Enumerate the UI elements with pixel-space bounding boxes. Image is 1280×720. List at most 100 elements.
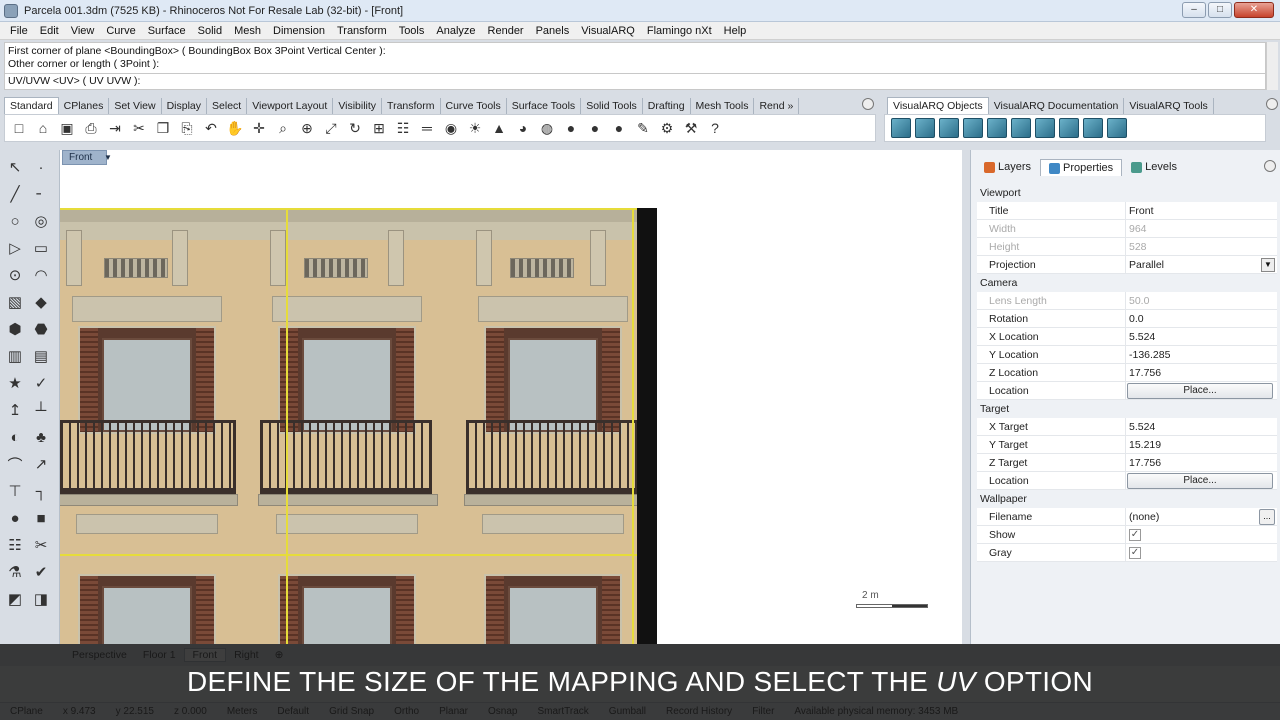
menu-edit[interactable]: Edit	[34, 25, 65, 37]
left-tool-14-icon[interactable]: ⬣	[30, 318, 52, 340]
options-gear-icon[interactable]: ⚙	[657, 118, 677, 138]
render-icon[interactable]: ◕	[513, 118, 533, 138]
print-icon[interactable]: ⎙	[81, 118, 101, 138]
place-button[interactable]: Place...	[1127, 473, 1273, 489]
left-tool-8-icon[interactable]: ▭	[30, 237, 52, 259]
left-tool-32-icon[interactable]: ✔	[30, 561, 52, 583]
prop-value[interactable]: 0.0	[1129, 313, 1144, 325]
visualarq-stair-icon[interactable]	[1107, 118, 1127, 138]
panel-tab-levels[interactable]: Levels	[1122, 158, 1186, 176]
move-icon[interactable]: ✛	[249, 118, 269, 138]
visualarq-curtain-wall-icon[interactable]	[915, 118, 935, 138]
prop-value[interactable]: 15.219	[1129, 439, 1161, 451]
left-tool-11-icon[interactable]: ▧	[4, 291, 26, 313]
cut-icon[interactable]: ✂	[129, 118, 149, 138]
tab-solid-tools[interactable]: Solid Tools	[581, 98, 643, 114]
material-icon[interactable]: ▲	[489, 118, 509, 138]
left-tool-3-icon[interactable]: ╱	[4, 183, 26, 205]
cplane-icon[interactable]: ═	[417, 118, 437, 138]
zoom-extents-icon[interactable]: ⤢	[321, 118, 341, 138]
left-tool-19-icon[interactable]: ↥	[4, 399, 26, 421]
left-tool-10-icon[interactable]: ◠	[30, 264, 52, 286]
menu-view[interactable]: View	[65, 25, 101, 37]
help-icon[interactable]: ?	[705, 118, 725, 138]
menu-analyze[interactable]: Analyze	[430, 25, 481, 37]
visualarq-column-icon[interactable]	[963, 118, 983, 138]
panel-tab-layers[interactable]: Layers	[975, 158, 1040, 176]
sphere-render-icon[interactable]: ●	[585, 118, 605, 138]
left-tool-15-icon[interactable]: ▥	[4, 345, 26, 367]
tab-transform[interactable]: Transform	[382, 98, 441, 114]
left-tool-21-icon[interactable]: ◐	[4, 426, 26, 448]
left-tool-4-icon[interactable]: ╴	[30, 183, 52, 205]
visualarq-options-icon[interactable]	[1266, 98, 1278, 110]
tab-visualarq-documentation[interactable]: VisualARQ Documentation	[989, 98, 1125, 114]
menu-tools[interactable]: Tools	[393, 25, 431, 37]
tab-surface-tools[interactable]: Surface Tools	[507, 98, 582, 114]
new-file-icon[interactable]: □	[9, 118, 29, 138]
menu-panels[interactable]: Panels	[530, 25, 576, 37]
menu-help[interactable]: Help	[718, 25, 753, 37]
left-tool-26-icon[interactable]: ┐	[30, 480, 52, 502]
tab-drafting[interactable]: Drafting	[643, 98, 691, 114]
left-tool-30-icon[interactable]: ✂	[30, 534, 52, 556]
command-prompt[interactable]: UV/UVW <UV> ( UV UVW ):	[4, 73, 1266, 90]
color-wheel-icon[interactable]: ◍	[537, 118, 557, 138]
menu-surface[interactable]: Surface	[142, 25, 192, 37]
left-tool-12-icon[interactable]: ◆	[30, 291, 52, 313]
left-tool-31-icon[interactable]: ⚗	[4, 561, 26, 583]
left-tool-28-icon[interactable]: ■	[30, 507, 52, 529]
tab-rend[interactable]: Rend »	[754, 98, 800, 114]
menu-flamingo-nxt[interactable]: Flamingo nXt	[641, 25, 718, 37]
tools-icon[interactable]: ⚒	[681, 118, 701, 138]
panel-options-icon[interactable]	[1264, 160, 1276, 172]
paste-icon[interactable]: ⎘	[177, 118, 197, 138]
visualarq-window-icon[interactable]	[1011, 118, 1031, 138]
tab-mesh-tools[interactable]: Mesh Tools	[691, 98, 755, 114]
four-viewports-icon[interactable]: ⊞	[369, 118, 389, 138]
prop-value[interactable]: Front	[1129, 205, 1154, 217]
viewport-menu-arrow-icon[interactable]: ▼	[104, 153, 112, 162]
left-tool-27-icon[interactable]: ●	[4, 507, 26, 529]
prop-value[interactable]: 5.524	[1129, 331, 1155, 343]
visualarq-door-icon[interactable]	[987, 118, 1007, 138]
panel-tab-properties[interactable]: Properties	[1040, 159, 1123, 176]
sphere-shaded-icon[interactable]: ●	[561, 118, 581, 138]
save-icon[interactable]: ▣	[57, 118, 77, 138]
visualarq-slab-icon[interactable]	[939, 118, 959, 138]
grid-icon[interactable]: ☷	[393, 118, 413, 138]
visualarq-roof-icon[interactable]	[1083, 118, 1103, 138]
tab-visualarq-objects[interactable]: VisualARQ Objects	[887, 97, 989, 114]
tab-set-view[interactable]: Set View	[109, 98, 162, 114]
show-checkbox[interactable]: ✓	[1129, 529, 1141, 541]
left-tool-13-icon[interactable]: ⬢	[4, 318, 26, 340]
close-button[interactable]: ✕	[1234, 2, 1274, 18]
undo-icon[interactable]: ↶	[201, 118, 221, 138]
left-tool-34-icon[interactable]: ◨	[30, 588, 52, 610]
left-tool-22-icon[interactable]: ♣	[30, 426, 52, 448]
visualarq-beam-icon[interactable]	[1035, 118, 1055, 138]
menu-render[interactable]: Render	[482, 25, 530, 37]
command-scrollbar[interactable]	[1266, 42, 1278, 90]
open-folder-icon[interactable]: ⌂	[33, 118, 53, 138]
menu-mesh[interactable]: Mesh	[228, 25, 267, 37]
tab-cplanes[interactable]: CPlanes	[59, 98, 110, 114]
sphere-blue-icon[interactable]: ●	[609, 118, 629, 138]
pencil-paint-icon[interactable]: ✎	[633, 118, 653, 138]
prop-value[interactable]: 5.524	[1129, 421, 1155, 433]
pan-hand-icon[interactable]: ✋	[225, 118, 245, 138]
copy-icon[interactable]: ❐	[153, 118, 173, 138]
menu-transform[interactable]: Transform	[331, 25, 393, 37]
layers-icon[interactable]: ◉	[441, 118, 461, 138]
menu-curve[interactable]: Curve	[100, 25, 141, 37]
visualarq-railing-icon[interactable]	[1059, 118, 1079, 138]
gray-checkbox[interactable]: ✓	[1129, 547, 1141, 559]
tab-visibility[interactable]: Visibility	[333, 98, 383, 114]
viewport-title[interactable]: Front	[62, 150, 108, 165]
tab-viewport-layout[interactable]: Viewport Layout	[247, 98, 334, 114]
light-icon[interactable]: ☀	[465, 118, 485, 138]
tab-visualarq-tools[interactable]: VisualARQ Tools	[1124, 98, 1214, 114]
left-tool-20-icon[interactable]: ┴	[30, 399, 52, 421]
left-tool-33-icon[interactable]: ◩	[4, 588, 26, 610]
zoom-window-icon[interactable]: ⊕	[297, 118, 317, 138]
